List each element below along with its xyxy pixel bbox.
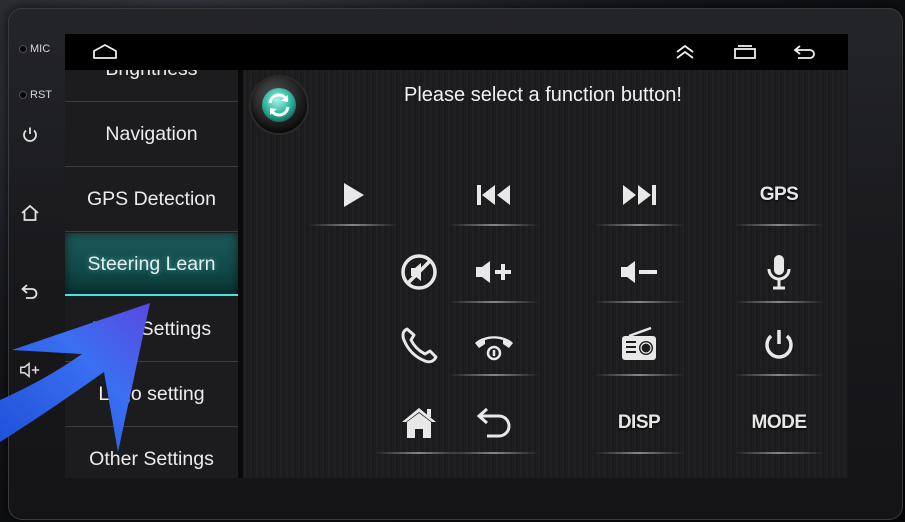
recent-apps-icon[interactable] bbox=[731, 41, 759, 63]
screen: Brightness Navigation GPS Detection Stee… bbox=[65, 34, 848, 478]
mute-icon bbox=[401, 254, 437, 290]
phone-hangup-icon bbox=[475, 336, 513, 361]
divider bbox=[734, 301, 824, 303]
divider bbox=[734, 224, 824, 226]
sidebar-item-navigation[interactable]: Navigation bbox=[65, 103, 238, 167]
phone-answer-icon bbox=[401, 327, 438, 364]
mode-label: MODE bbox=[751, 412, 808, 433]
radio-icon bbox=[622, 326, 656, 360]
sidebar-item-logo-setting[interactable]: Logo setting bbox=[65, 363, 238, 427]
fn-gps-button[interactable]: GPS bbox=[734, 170, 824, 226]
rst-label: RST bbox=[30, 89, 52, 101]
divider bbox=[449, 301, 539, 303]
back-arrow-icon[interactable] bbox=[791, 41, 819, 63]
status-bar bbox=[65, 34, 848, 70]
fn-volume-up-button[interactable] bbox=[449, 247, 539, 303]
sidebar-item-steering-learn[interactable]: Steering Learn bbox=[65, 233, 238, 297]
home-icon bbox=[402, 408, 436, 438]
sidebar-item-label: Other Settings bbox=[89, 448, 214, 470]
sidebar-item-label: Brightness bbox=[105, 70, 197, 81]
volume-down-icon bbox=[621, 261, 657, 283]
fn-volume-down-button[interactable] bbox=[594, 247, 684, 303]
play-icon bbox=[344, 183, 364, 207]
divider bbox=[594, 224, 684, 226]
reset-button[interactable]: RST bbox=[19, 89, 52, 101]
divider bbox=[449, 374, 539, 376]
previous-track-icon bbox=[477, 185, 510, 205]
refresh-button[interactable] bbox=[251, 77, 307, 133]
function-panel: Please select a function button! GPS DIS… bbox=[243, 70, 848, 478]
back-icon[interactable] bbox=[19, 280, 41, 302]
power-icon bbox=[765, 330, 793, 359]
mic-hole bbox=[19, 45, 27, 53]
fn-radio-button[interactable] bbox=[594, 320, 684, 376]
divider bbox=[308, 224, 398, 226]
sidebar-item-logo-settings[interactable]: Logo Settings bbox=[65, 298, 238, 362]
fn-previous-button[interactable] bbox=[449, 170, 539, 226]
fn-disp-button[interactable]: DISP bbox=[594, 398, 684, 454]
mic-label: MIC bbox=[30, 43, 51, 55]
reset-hole bbox=[19, 91, 27, 99]
divider bbox=[594, 452, 684, 454]
divider bbox=[449, 452, 539, 454]
next-track-icon bbox=[623, 185, 656, 205]
sidebar-item-label: Steering Learn bbox=[87, 253, 216, 275]
power-icon[interactable] bbox=[19, 124, 41, 146]
sidebar-item-label: GPS Detection bbox=[87, 188, 216, 210]
microphone-icon bbox=[767, 255, 791, 290]
settings-sidebar: Brightness Navigation GPS Detection Stee… bbox=[65, 70, 238, 478]
sidebar-item-brightness[interactable]: Brightness bbox=[65, 70, 238, 102]
sidebar-item-other-settings[interactable]: Other Settings bbox=[65, 428, 238, 478]
home-outline-icon[interactable] bbox=[91, 41, 119, 63]
home-icon[interactable] bbox=[19, 202, 41, 224]
disp-label: DISP bbox=[617, 412, 661, 433]
fn-mic-button[interactable] bbox=[734, 247, 824, 303]
instruction-text: Please select a function button! bbox=[404, 84, 682, 106]
sidebar-item-gps-detection[interactable]: GPS Detection bbox=[65, 168, 238, 232]
sidebar-item-label: Logo Settings bbox=[91, 318, 212, 340]
back-icon bbox=[476, 407, 511, 438]
refresh-icon bbox=[262, 88, 296, 122]
head-unit-photo: MIC RST Brig bbox=[0, 0, 905, 522]
divider bbox=[594, 374, 684, 376]
divider bbox=[734, 452, 824, 454]
mic-indicator: MIC bbox=[19, 43, 50, 55]
sidebar-item-label: Navigation bbox=[105, 123, 198, 145]
volume-up-icon bbox=[476, 261, 511, 283]
divider bbox=[734, 374, 824, 376]
fn-power-button[interactable] bbox=[734, 320, 824, 376]
volume-up-icon[interactable] bbox=[19, 359, 41, 381]
sidebar-item-label: Logo setting bbox=[98, 383, 205, 405]
divider bbox=[594, 301, 684, 303]
gps-label: GPS bbox=[759, 184, 799, 205]
fn-hangup-button[interactable] bbox=[449, 320, 539, 376]
fn-next-button[interactable] bbox=[594, 170, 684, 226]
fn-play-button[interactable] bbox=[308, 170, 398, 226]
fn-mode-button[interactable]: MODE bbox=[734, 398, 824, 454]
fn-back-button[interactable] bbox=[449, 398, 539, 454]
divider bbox=[449, 224, 539, 226]
chevron-up-icon[interactable] bbox=[671, 41, 699, 63]
